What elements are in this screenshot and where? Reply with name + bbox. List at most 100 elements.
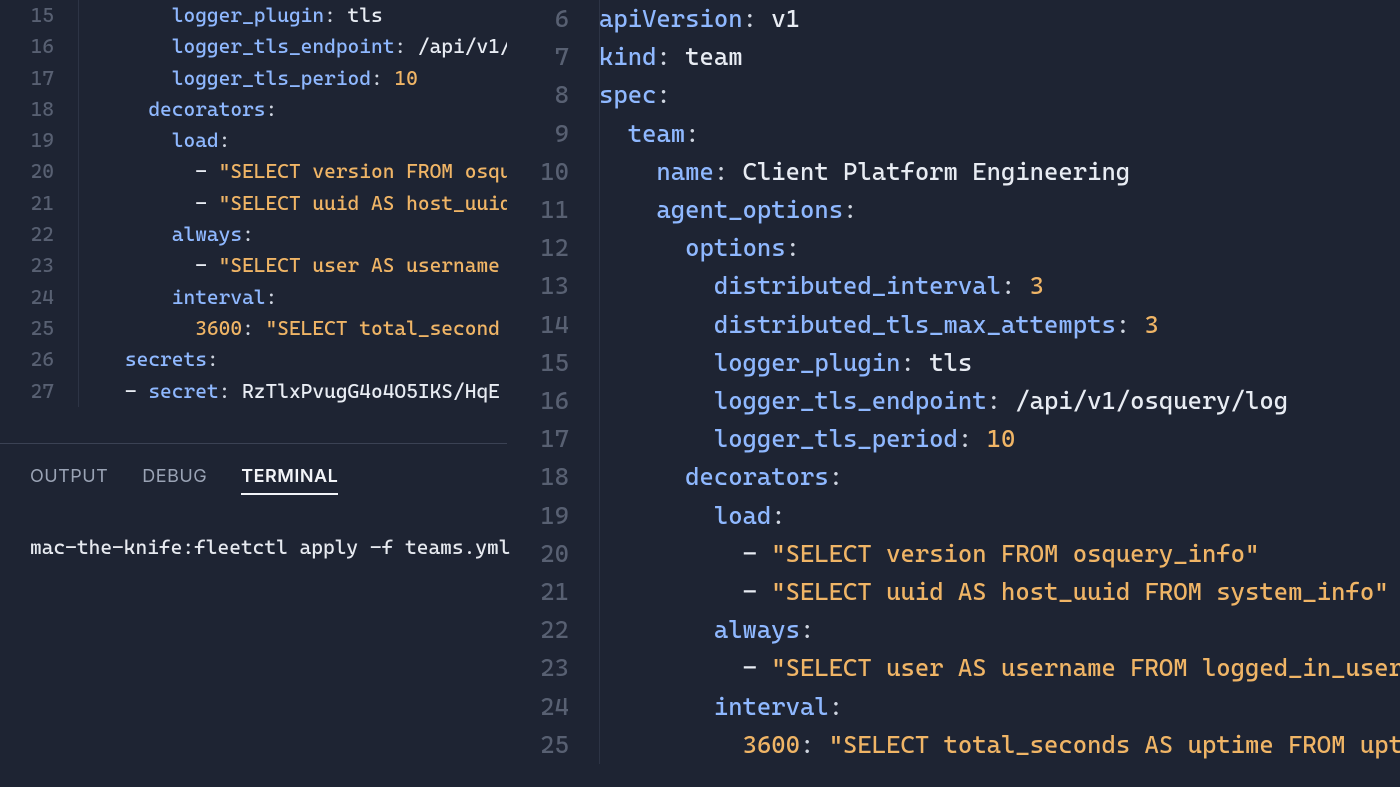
code-content[interactable]: logger_tls_period: 10 (78, 63, 507, 94)
line-number: 11 (507, 191, 599, 229)
code-line[interactable]: 13 distributed_interval: 3 (507, 267, 1400, 305)
line-number: 12 (507, 229, 599, 267)
code-line[interactable]: 10 name: Client Platform Engineering (507, 153, 1400, 191)
line-number: 19 (0, 125, 78, 156)
code-line[interactable]: 17 logger_tls_period: 10 (0, 63, 507, 94)
code-content[interactable]: always: (599, 611, 1400, 649)
code-content[interactable]: name: Client Platform Engineering (599, 153, 1400, 191)
code-content[interactable]: logger_plugin: tls (78, 0, 507, 31)
code-content[interactable]: - "SELECT uuid AS host_uuid (78, 188, 507, 219)
code-line[interactable]: 18 decorators: (0, 94, 507, 125)
line-number: 17 (507, 420, 599, 458)
code-line[interactable]: 19 load: (0, 125, 507, 156)
line-number: 19 (507, 497, 599, 535)
code-content[interactable]: agent_options: (599, 191, 1400, 229)
line-number: 22 (507, 611, 599, 649)
code-content[interactable]: decorators: (599, 458, 1400, 496)
code-line[interactable]: 18 decorators: (507, 458, 1400, 496)
code-content[interactable]: - "SELECT version FROM osquery_info" (599, 535, 1400, 573)
code-content[interactable]: load: (599, 497, 1400, 535)
code-content[interactable]: interval: (78, 282, 507, 313)
left-column: 15 logger_plugin: tls16 logger_tls_endpo… (0, 0, 507, 787)
code-content[interactable]: logger_plugin: tls (599, 344, 1400, 382)
terminal-output[interactable]: mac-the-knife:fleetctl apply -f teams.ym… (30, 535, 477, 559)
code-content[interactable]: - secret: RzTlxPvugG4o4O5IKS/HqE (78, 376, 507, 407)
code-line[interactable]: 22 always: (0, 219, 507, 250)
code-line[interactable]: 7kind: team (507, 38, 1400, 76)
code-content[interactable]: spec: (599, 76, 1400, 114)
code-content[interactable]: logger_tls_endpoint: /api/v1/osquery/log (599, 382, 1400, 420)
code-content[interactable]: - "SELECT user AS username FROM logged_i… (599, 649, 1400, 687)
code-content[interactable]: options: (599, 229, 1400, 267)
code-line[interactable]: 20 - "SELECT version FROM osquery_info" (507, 535, 1400, 573)
line-number: 23 (0, 250, 78, 281)
code-line[interactable]: 25 3600: "SELECT total_seconds AS uptime… (507, 726, 1400, 764)
tab-terminal[interactable]: TERMINAL (241, 466, 338, 495)
line-number: 18 (507, 458, 599, 496)
code-line[interactable]: 23 - "SELECT user AS username (0, 250, 507, 281)
line-number: 15 (0, 0, 78, 31)
tab-output[interactable]: OUTPUT (30, 466, 108, 495)
code-content[interactable]: team: (599, 115, 1400, 153)
code-content[interactable]: 3600: "SELECT total_seconds AS uptime FR… (599, 726, 1400, 764)
code-line[interactable]: 19 load: (507, 497, 1400, 535)
code-line[interactable]: 9 team: (507, 115, 1400, 153)
line-number: 18 (0, 94, 78, 125)
code-content[interactable]: logger_tls_period: 10 (599, 420, 1400, 458)
code-line[interactable]: 8spec: (507, 76, 1400, 114)
code-line[interactable]: 24 interval: (0, 282, 507, 313)
code-line[interactable]: 23 - "SELECT user AS username FROM logge… (507, 649, 1400, 687)
tab-debug[interactable]: DEBUG (142, 466, 207, 495)
code-line[interactable]: 12 options: (507, 229, 1400, 267)
code-line[interactable]: 25 3600: "SELECT total_second (0, 313, 507, 344)
line-number: 9 (507, 115, 599, 153)
line-number: 25 (0, 313, 78, 344)
line-number: 22 (0, 219, 78, 250)
line-number: 17 (0, 63, 78, 94)
code-content[interactable]: always: (78, 219, 507, 250)
code-line[interactable]: 6apiVersion: v1 (507, 0, 1400, 38)
line-number: 24 (507, 688, 599, 726)
code-content[interactable]: interval: (599, 688, 1400, 726)
code-content[interactable]: - "SELECT user AS username (78, 250, 507, 281)
line-number: 21 (0, 188, 78, 219)
code-content[interactable]: load: (78, 125, 507, 156)
line-number: 7 (507, 38, 599, 76)
code-line[interactable]: 21 - "SELECT uuid AS host_uuid FROM syst… (507, 573, 1400, 611)
code-content[interactable]: - "SELECT version FROM osqu (78, 156, 507, 187)
code-line[interactable]: 14 distributed_tls_max_attempts: 3 (507, 306, 1400, 344)
code-content[interactable]: secrets: (78, 344, 507, 375)
code-line[interactable]: 16 logger_tls_endpoint: /api/v1/ (0, 31, 507, 62)
line-number: 14 (507, 306, 599, 344)
line-number: 15 (507, 344, 599, 382)
code-line[interactable]: 20 - "SELECT version FROM osqu (0, 156, 507, 187)
code-content[interactable]: kind: team (599, 38, 1400, 76)
code-line[interactable]: 15 logger_plugin: tls (0, 0, 507, 31)
code-line[interactable]: 11 agent_options: (507, 191, 1400, 229)
line-number: 20 (0, 156, 78, 187)
code-line[interactable]: 21 - "SELECT uuid AS host_uuid (0, 188, 507, 219)
code-content[interactable]: apiVersion: v1 (599, 0, 1400, 38)
code-line[interactable]: 26 secrets: (0, 344, 507, 375)
line-number: 25 (507, 726, 599, 764)
line-number: 8 (507, 76, 599, 114)
line-number: 24 (0, 282, 78, 313)
code-line[interactable]: 17 logger_tls_period: 10 (507, 420, 1400, 458)
code-line[interactable]: 22 always: (507, 611, 1400, 649)
code-content[interactable]: decorators: (78, 94, 507, 125)
right-editor[interactable]: 6apiVersion: v17kind: team8spec:9 team:1… (507, 0, 1400, 764)
left-editor[interactable]: 15 logger_plugin: tls16 logger_tls_endpo… (0, 0, 507, 443)
code-content[interactable]: 3600: "SELECT total_second (78, 313, 507, 344)
code-line[interactable]: 24 interval: (507, 688, 1400, 726)
line-number: 23 (507, 649, 599, 687)
code-content[interactable]: distributed_interval: 3 (599, 267, 1400, 305)
code-content[interactable]: logger_tls_endpoint: /api/v1/ (78, 31, 507, 62)
line-number: 20 (507, 535, 599, 573)
code-content[interactable]: - "SELECT uuid AS host_uuid FROM system_… (599, 573, 1400, 611)
line-number: 6 (507, 0, 599, 38)
code-content[interactable]: distributed_tls_max_attempts: 3 (599, 306, 1400, 344)
line-number: 13 (507, 267, 599, 305)
code-line[interactable]: 16 logger_tls_endpoint: /api/v1/osquery/… (507, 382, 1400, 420)
code-line[interactable]: 15 logger_plugin: tls (507, 344, 1400, 382)
code-line[interactable]: 27 - secret: RzTlxPvugG4o4O5IKS/HqE (0, 376, 507, 407)
